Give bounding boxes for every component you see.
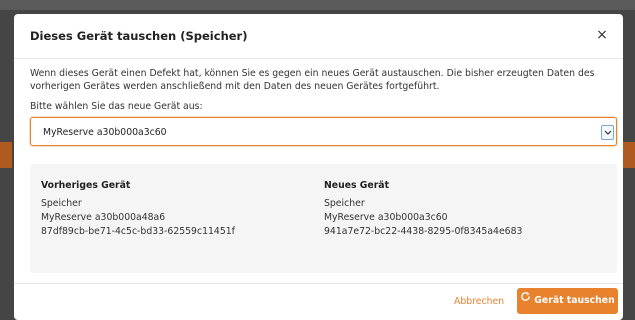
new-device-heading: Neues Gerät bbox=[324, 180, 390, 191]
device-select-label: Bitte wählen Sie das neue Gerät aus: bbox=[30, 101, 203, 112]
new-device-select[interactable]: MyReserve a30b000a3c60 bbox=[30, 117, 617, 146]
new-device-info: Neues Gerät Speicher MyReserve a30b000a3… bbox=[324, 179, 522, 239]
close-icon[interactable]: × bbox=[593, 26, 611, 44]
new-device-select-value: MyReserve a30b000a3c60 bbox=[43, 127, 167, 138]
new-device-name: MyReserve a30b000a3c60 bbox=[324, 212, 448, 223]
background-header bbox=[0, 0, 635, 10]
swap-device-dialog: Dieses Gerät tauschen (Speicher) × Wenn … bbox=[14, 14, 623, 320]
previous-device-info: Vorheriges Gerät Speicher MyReserve a30b… bbox=[41, 179, 235, 239]
swap-device-label: Gerät tauschen bbox=[534, 295, 615, 306]
previous-device-name: MyReserve a30b000a48a6 bbox=[41, 212, 166, 223]
dialog-header: Dieses Gerät tauschen (Speicher) × bbox=[14, 14, 623, 59]
previous-device-id: 87df89cb-be71-4c5c-bd33-62559c11451f bbox=[41, 226, 235, 237]
new-device-id: 941a7e72-bc22-4438-8295-0f8345a4e683 bbox=[324, 226, 523, 237]
dialog-description: Wenn dieses Gerät einen Defekt hat, könn… bbox=[30, 68, 595, 92]
dialog-footer: Abbrechen Gerät tauschen bbox=[14, 283, 623, 320]
dialog-title: Dieses Gerät tauschen (Speicher) bbox=[30, 29, 248, 43]
cancel-button[interactable]: Abbrechen bbox=[454, 296, 504, 307]
background-accent-left bbox=[0, 142, 12, 168]
device-comparison-panel: Vorheriges Gerät Speicher MyReserve a30b… bbox=[30, 164, 617, 273]
refresh-icon bbox=[520, 287, 531, 313]
previous-device-type: Speicher bbox=[41, 198, 82, 209]
new-device-type: Speicher bbox=[324, 198, 365, 209]
previous-device-heading: Vorheriges Gerät bbox=[41, 180, 131, 191]
swap-device-button[interactable]: Gerät tauschen bbox=[517, 288, 618, 314]
chevron-down-icon[interactable] bbox=[601, 125, 614, 140]
